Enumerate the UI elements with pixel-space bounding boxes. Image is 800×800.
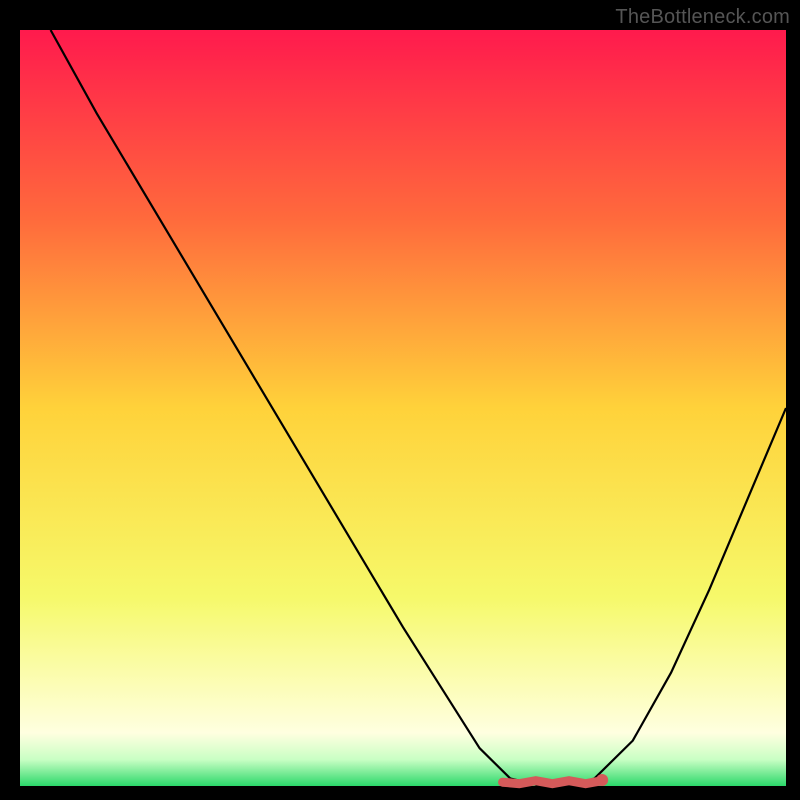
plot-frame <box>20 30 786 786</box>
trough-marker <box>20 30 786 786</box>
watermark-text: TheBottleneck.com <box>615 6 790 29</box>
